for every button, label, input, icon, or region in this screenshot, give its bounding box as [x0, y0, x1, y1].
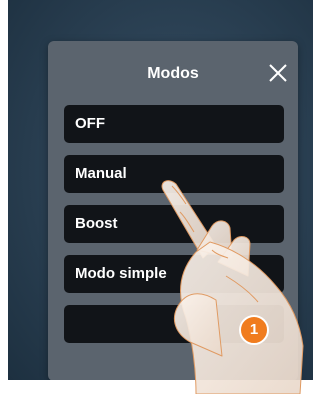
mode-item-simple[interactable]: Modo simple	[64, 255, 284, 293]
instruction-illustration: Modos OFF Manual Boost Modo simple 1	[0, 0, 321, 394]
mode-item-boost[interactable]: Boost	[64, 205, 284, 243]
mode-item-manual[interactable]: Manual	[64, 155, 284, 193]
step-number-badge: 1	[239, 315, 269, 345]
close-icon	[269, 64, 287, 82]
mode-item-off[interactable]: OFF	[64, 105, 284, 143]
dialog-title: Modos	[147, 65, 199, 82]
close-button[interactable]	[266, 61, 290, 85]
